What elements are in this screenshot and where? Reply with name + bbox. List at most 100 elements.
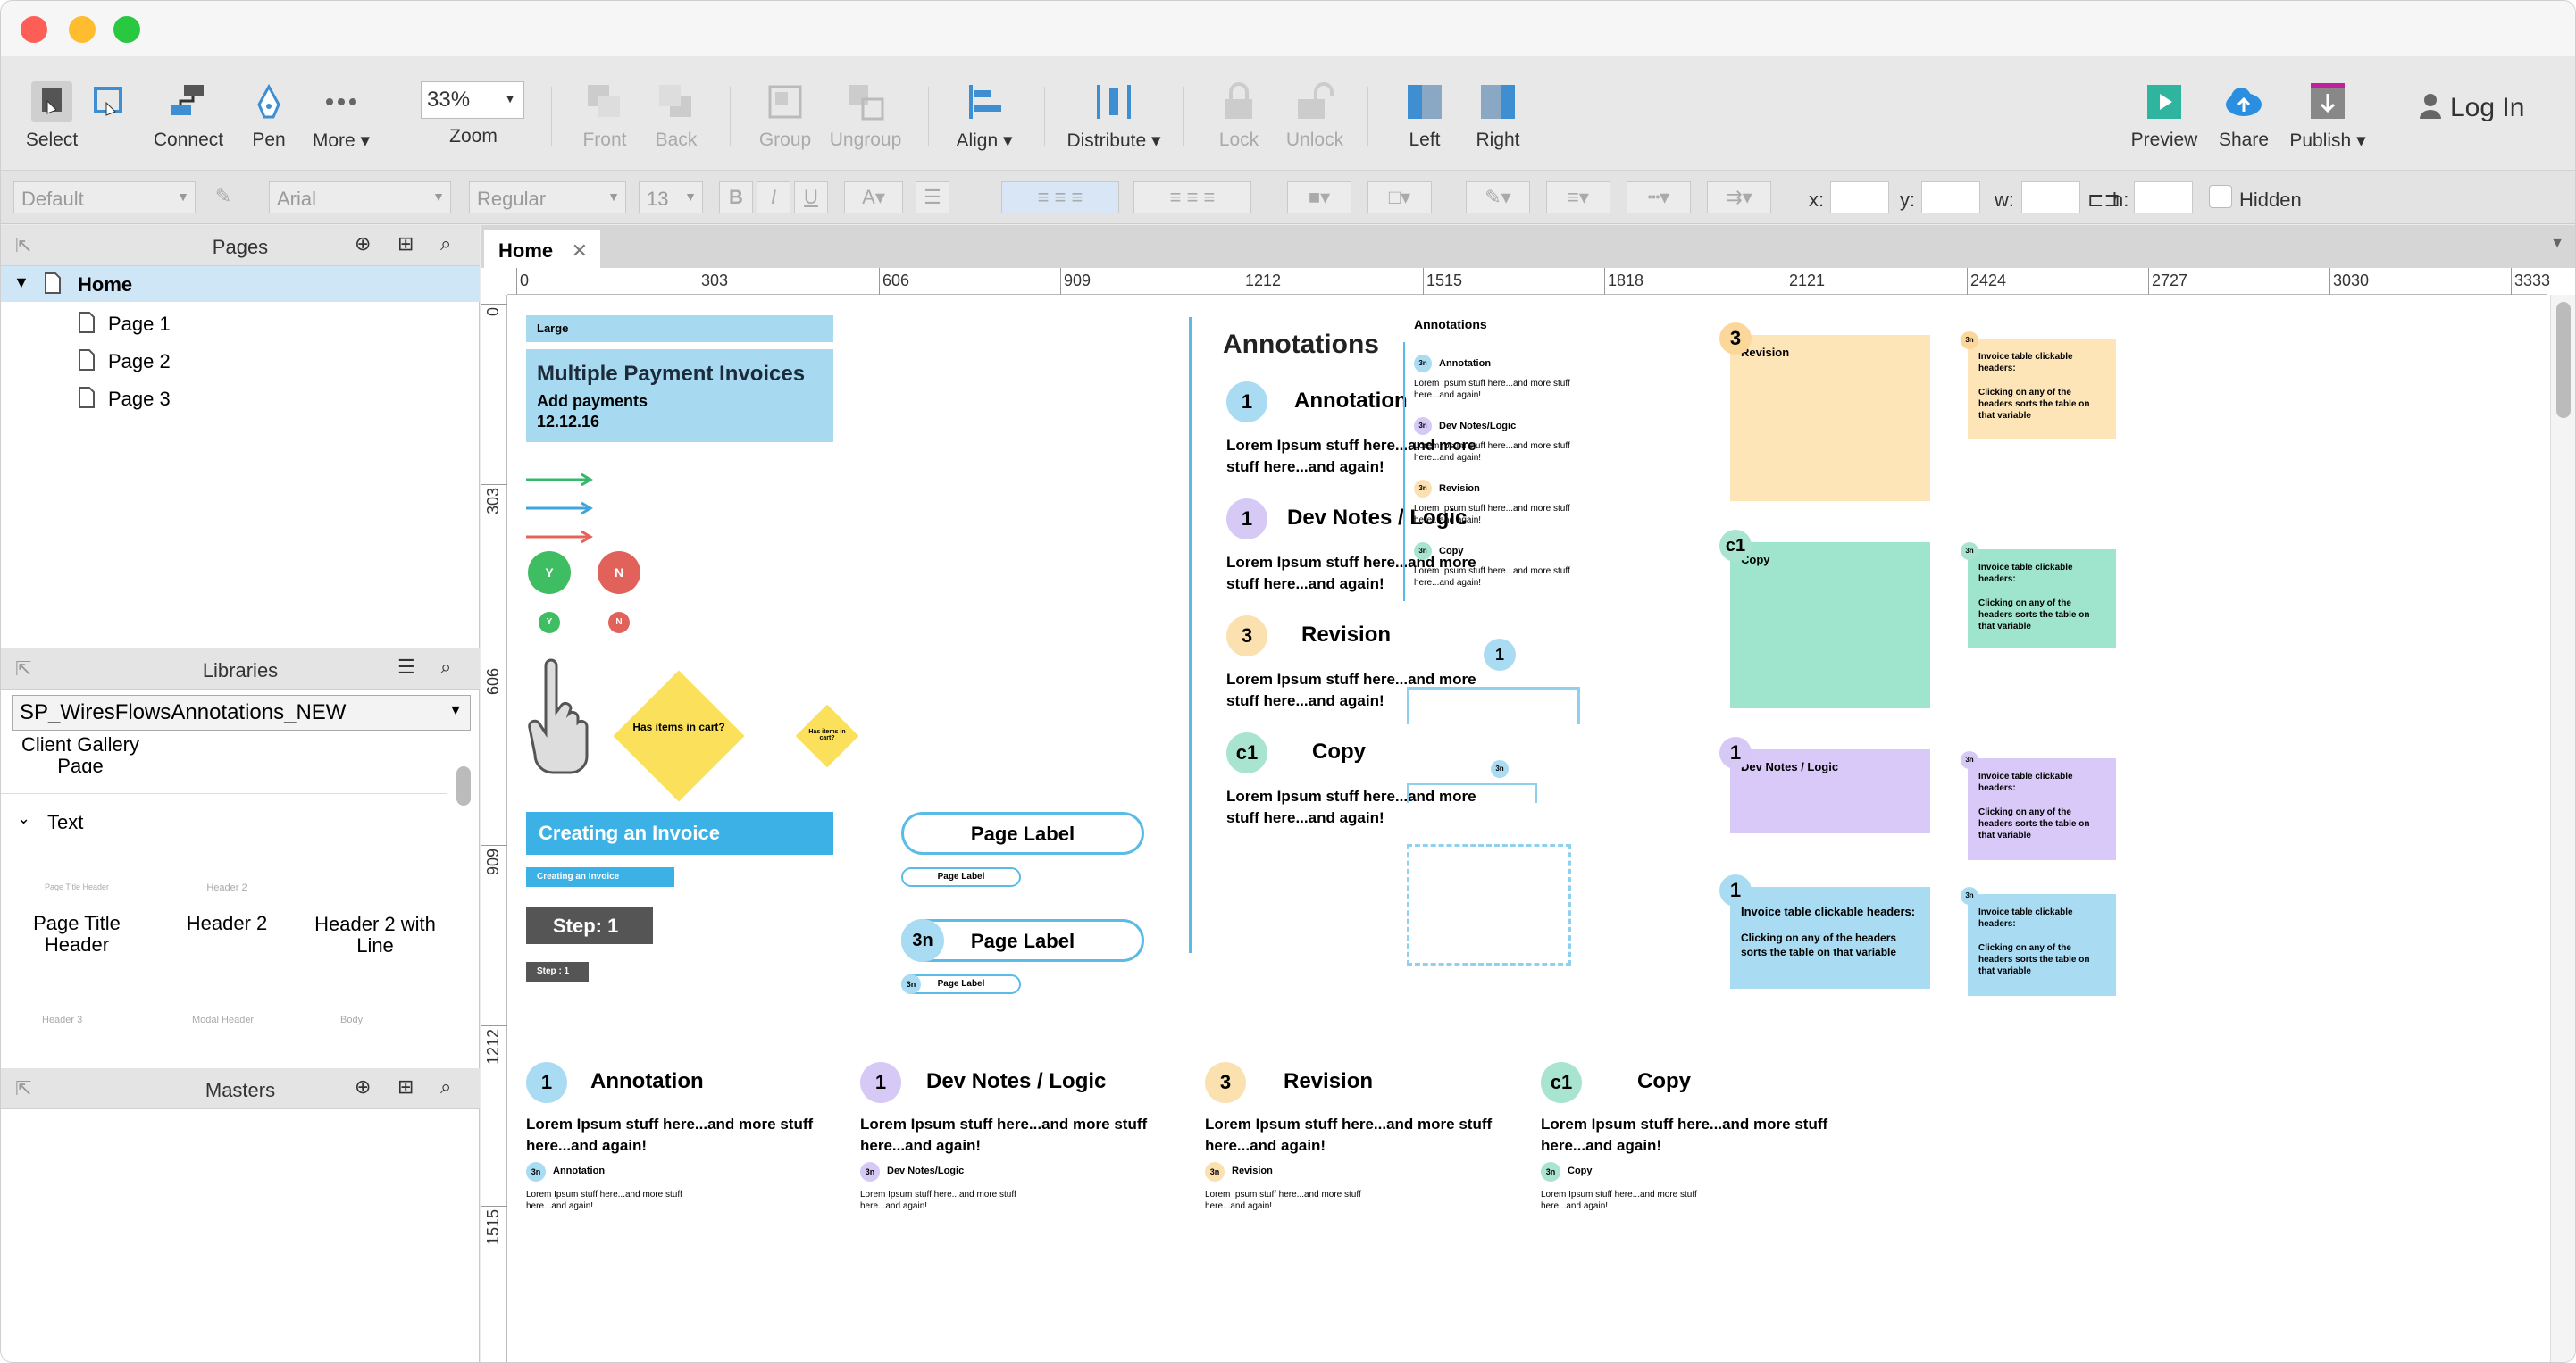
- bold-button[interactable]: B: [719, 181, 753, 213]
- yes-circle[interactable]: Y: [528, 551, 571, 594]
- page-item-3[interactable]: Page 3: [1, 379, 480, 416]
- bullet-list-button[interactable]: ☰: [916, 181, 949, 213]
- search-icon[interactable]: ⌕: [440, 1075, 451, 1099]
- page-label-3n-widget[interactable]: 3n Page Label: [901, 919, 1144, 962]
- size-select[interactable]: 13 ▼: [639, 181, 703, 213]
- decision-diamond-small[interactable]: Has items in cart?: [795, 704, 859, 768]
- badge-1[interactable]: 1: [1484, 639, 1516, 671]
- small-note[interactable]: Invoice table clickable headers: Clicking…: [1968, 549, 2116, 648]
- title-banner-widget[interactable]: Creating an Invoice: [526, 812, 833, 855]
- zoom-select[interactable]: 33% ▼: [421, 81, 524, 119]
- small-note[interactable]: Invoice table clickable headers: Clicking…: [1968, 339, 2116, 439]
- badge-3n[interactable]: 3n: [526, 1162, 546, 1182]
- select-mode-tool[interactable]: [88, 81, 130, 130]
- close-window-button[interactable]: [21, 16, 47, 43]
- annotation-badge[interactable]: 1: [526, 1062, 567, 1103]
- login-button[interactable]: Log In: [2418, 92, 2524, 126]
- y-input[interactable]: [1921, 181, 1980, 213]
- dock-right-button[interactable]: Right: [1473, 81, 1523, 151]
- badge-3n[interactable]: 3n: [1414, 417, 1432, 435]
- badge-3n[interactable]: 3n: [1961, 887, 1978, 905]
- page-label-small[interactable]: Page Label: [901, 867, 1021, 887]
- annotation-badge[interactable]: 1: [860, 1062, 901, 1103]
- no-circle[interactable]: N: [598, 551, 640, 594]
- badge-3n[interactable]: 3n: [1414, 480, 1432, 498]
- library-item-header-2[interactable]: Header 2 Header 2: [160, 882, 294, 934]
- add-folder-icon[interactable]: ⊞: [397, 1075, 414, 1099]
- page-item-home[interactable]: ▼ Home: [1, 266, 480, 302]
- share-button[interactable]: Share: [2214, 81, 2273, 151]
- pen-tool[interactable]: Pen: [247, 81, 290, 151]
- lock-button[interactable]: Lock: [1212, 81, 1266, 151]
- library-item-header-3[interactable]: Header 3: [42, 1015, 82, 1025]
- library-item-header-2-line[interactable]: Header 2 with Line: [308, 882, 442, 957]
- library-item-page-title-header[interactable]: Page Title Header Page Title Header: [10, 882, 144, 956]
- tab-home[interactable]: Home ✕: [484, 230, 600, 268]
- publish-menu[interactable]: Publish ▾: [2287, 81, 2368, 152]
- annotation-badge[interactable]: 3: [1226, 615, 1267, 656]
- underline-button[interactable]: U: [794, 181, 828, 213]
- style-select[interactable]: Default ▼: [13, 181, 196, 213]
- step-widget[interactable]: Step: 1: [526, 907, 653, 944]
- annotation-badge[interactable]: c1: [1226, 732, 1267, 773]
- annotation-badge[interactable]: c1: [1541, 1062, 1582, 1103]
- text-align-group[interactable]: ≡ ≡ ≡: [1001, 181, 1119, 213]
- sticky-badge[interactable]: c1: [1719, 530, 1752, 562]
- badge-3n[interactable]: 3n: [1541, 1162, 1560, 1182]
- minimize-window-button[interactable]: [69, 16, 96, 43]
- back-button[interactable]: Back: [649, 81, 703, 151]
- select-tool[interactable]: Select: [22, 81, 81, 151]
- ungroup-button[interactable]: Ungroup: [828, 81, 903, 151]
- preview-button[interactable]: Preview: [2130, 81, 2198, 151]
- badge-3n[interactable]: 3n: [1205, 1162, 1225, 1182]
- badge-3n[interactable]: 3n: [1961, 542, 1978, 560]
- fill-color-button[interactable]: ■▾: [1287, 181, 1351, 213]
- line-weight-button[interactable]: ≡▾: [1546, 181, 1610, 213]
- badge-3n[interactable]: 3n: [1414, 542, 1432, 560]
- style-edit-icon[interactable]: ✎: [206, 181, 240, 213]
- client-gallery-item[interactable]: Client Gallery Page: [13, 734, 147, 773]
- w-input[interactable]: [2021, 181, 2080, 213]
- step-widget-small[interactable]: Step : 1: [526, 962, 589, 982]
- zoom-control[interactable]: 33% ▼ Zoom: [421, 81, 526, 147]
- line-color-button[interactable]: ✎▾: [1466, 181, 1530, 213]
- more-menu[interactable]: More ▾: [312, 81, 371, 152]
- arrow-style-button[interactable]: ⇉▾: [1707, 181, 1771, 213]
- annotation-badge[interactable]: 1: [1226, 498, 1267, 539]
- scroll-thumb[interactable]: [2556, 302, 2571, 418]
- italic-button[interactable]: I: [757, 181, 790, 213]
- add-master-icon[interactable]: ⊕: [355, 1075, 371, 1099]
- annotation-badge[interactable]: 1: [1226, 381, 1267, 422]
- badge-3n[interactable]: 3n: [1491, 760, 1509, 778]
- zoom-window-button[interactable]: [113, 16, 140, 43]
- title-banner-small[interactable]: Creating an Invoice: [526, 867, 674, 887]
- h-input[interactable]: [2134, 181, 2193, 213]
- chevron-down-icon[interactable]: ▼: [2550, 236, 2564, 252]
- close-icon[interactable]: ✕: [572, 239, 588, 263]
- search-icon[interactable]: ⌕: [440, 656, 451, 679]
- sticky-badge[interactable]: 1: [1719, 737, 1752, 769]
- group-button[interactable]: Group: [753, 81, 817, 151]
- large-label-widget[interactable]: Large: [526, 315, 833, 342]
- sticky-note[interactable]: Revision: [1730, 335, 1930, 501]
- decision-diamond[interactable]: Has items in cart?: [613, 670, 745, 802]
- yes-circle-small[interactable]: Y: [539, 612, 560, 633]
- small-note[interactable]: Invoice table clickable headers: Clicking…: [1968, 894, 2116, 996]
- annotation-badge[interactable]: 3: [1205, 1062, 1246, 1103]
- page-item-1[interactable]: Page 1: [1, 304, 480, 341]
- library-scrollbar[interactable]: [456, 766, 471, 806]
- font-select[interactable]: Arial ▼: [269, 181, 451, 213]
- badge-3n[interactable]: 3n: [1414, 355, 1432, 372]
- vertical-align-group[interactable]: ≡ ≡ ≡: [1133, 181, 1251, 213]
- invoice-header-widget[interactable]: Multiple Payment Invoices Add payments 1…: [526, 349, 833, 442]
- library-item-body[interactable]: Body: [340, 1015, 363, 1025]
- align-menu[interactable]: Align ▾: [951, 81, 1017, 152]
- shadow-button[interactable]: □▾: [1367, 181, 1432, 213]
- sticky-note[interactable]: Copy: [1730, 542, 1930, 708]
- dock-left-button[interactable]: Left: [1400, 81, 1450, 151]
- bracket-shape-small[interactable]: [1407, 783, 1537, 803]
- badge-3n[interactable]: 3n: [1961, 331, 1978, 349]
- distribute-menu[interactable]: Distribute ▾: [1064, 81, 1164, 152]
- badge-3n[interactable]: 3n: [1961, 751, 1978, 769]
- sticky-note[interactable]: Invoice table clickable headers: Clicking…: [1730, 887, 1930, 989]
